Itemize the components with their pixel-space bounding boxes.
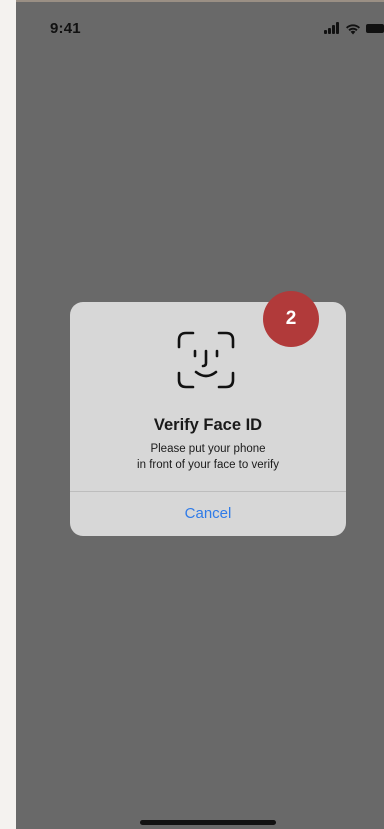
wifi-icon <box>346 24 360 35</box>
dialog-message-line-2: in front of your face to verify <box>137 459 279 471</box>
home-indicator[interactable] <box>140 820 276 825</box>
dialog-title: Verify Face ID <box>153 416 263 434</box>
page-margin <box>0 0 16 829</box>
dialog-message: Please put your phone in front of your f… <box>90 441 326 473</box>
step-number-badge: 2 <box>263 291 319 347</box>
status-icons <box>324 22 384 36</box>
signal-icon <box>324 22 342 34</box>
face-id-icon <box>177 331 235 389</box>
status-time: 9:41 <box>50 20 81 37</box>
phone-screen: 9:41 Verify Face ID Please put your phon… <box>16 0 384 829</box>
status-bar: 9:41 <box>16 2 384 46</box>
dialog-message-line-1: Please put your phone <box>150 443 266 455</box>
cancel-button[interactable]: Cancel <box>70 492 346 536</box>
battery-icon <box>366 24 384 33</box>
